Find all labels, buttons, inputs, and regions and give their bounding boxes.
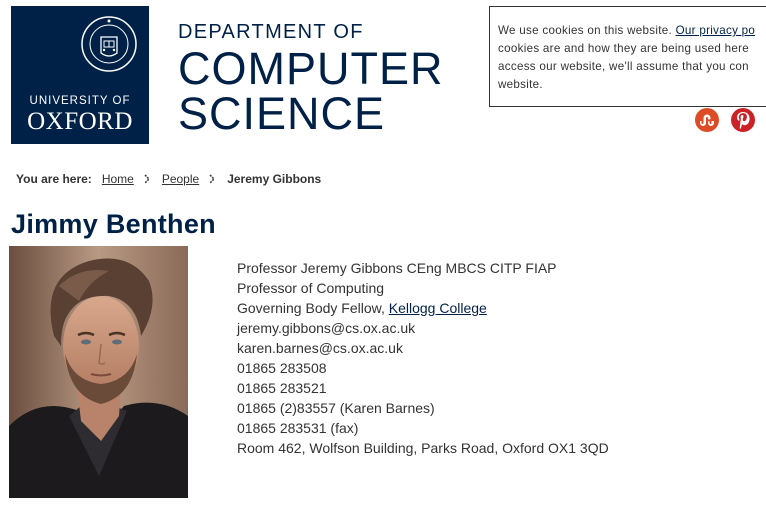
- profile-email-secondary[interactable]: karen.barnes@cs.ox.ac.uk: [237, 338, 609, 358]
- chevron-right-icon: [144, 174, 150, 184]
- kellogg-college-link[interactable]: Kellogg College: [389, 300, 487, 316]
- profile-title: Professor Jeremy Gibbons CEng MBCS CITP …: [237, 260, 557, 276]
- breadcrumb-prefix: You are here:: [16, 172, 92, 186]
- contact-details: Professor Jeremy Gibbons CEng MBCS CITP …: [237, 258, 609, 458]
- chevron-right-icon: [209, 174, 216, 184]
- cookie-line-4: website.: [498, 78, 543, 91]
- logo-university-label: UNIVERSITY OF: [29, 95, 131, 107]
- cookie-line-3: access our website, we'll assume that yo…: [498, 60, 749, 73]
- cookie-line-2: cookies are and how they are being used …: [498, 42, 750, 55]
- profile-photo: [9, 246, 188, 498]
- cookie-line-1: We use cookies on this website. Our priv…: [498, 22, 766, 40]
- profile-fax: 01865 283531 (fax): [237, 420, 359, 436]
- oxford-logo[interactable]: UNIVERSITY OF OXFORD: [11, 6, 149, 144]
- department-of-label: DEPARTMENT OF: [178, 21, 364, 43]
- profile-email[interactable]: jeremy.gibbons@cs.ox.ac.uk: [237, 318, 609, 338]
- profile-phone-3: 01865 (2)83557 (Karen Barnes): [237, 400, 435, 416]
- profile-phone-1: 01865 283508: [237, 360, 327, 376]
- profile-fellowship: Governing Body Fellow, Kellogg College: [237, 298, 609, 318]
- breadcrumb: You are here: Home People Jeremy Gibbons: [16, 172, 321, 186]
- oxford-seal-icon: [81, 16, 137, 72]
- cookie-text: We use cookies on this website.: [498, 24, 676, 37]
- profile-address: Room 462, Wolfson Building, Parks Road, …: [237, 440, 609, 456]
- department-science-label: SCIENCE: [178, 88, 386, 139]
- privacy-policy-link[interactable]: Our privacy po: [676, 24, 756, 37]
- profile-position: Professor of Computing: [237, 280, 385, 296]
- stumbleupon-icon[interactable]: [695, 108, 719, 132]
- fellowship-prefix: Governing Body Fellow,: [237, 300, 389, 316]
- page-title: Jimmy Benthen: [11, 209, 216, 239]
- breadcrumb-people-link[interactable]: People: [162, 172, 199, 186]
- cookie-notice: We use cookies on this website. Our priv…: [489, 6, 766, 107]
- department-computer-label: COMPUTER: [178, 43, 444, 94]
- breadcrumb-home-link[interactable]: Home: [102, 172, 134, 186]
- profile-phone-2: 01865 283521: [237, 380, 327, 396]
- department-title[interactable]: DEPARTMENT OF COMPUTER SCIENCE: [178, 20, 444, 137]
- pinterest-icon[interactable]: [731, 108, 755, 132]
- breadcrumb-current: Jeremy Gibbons: [227, 172, 322, 186]
- logo-oxford-name: OXFORD: [27, 108, 133, 135]
